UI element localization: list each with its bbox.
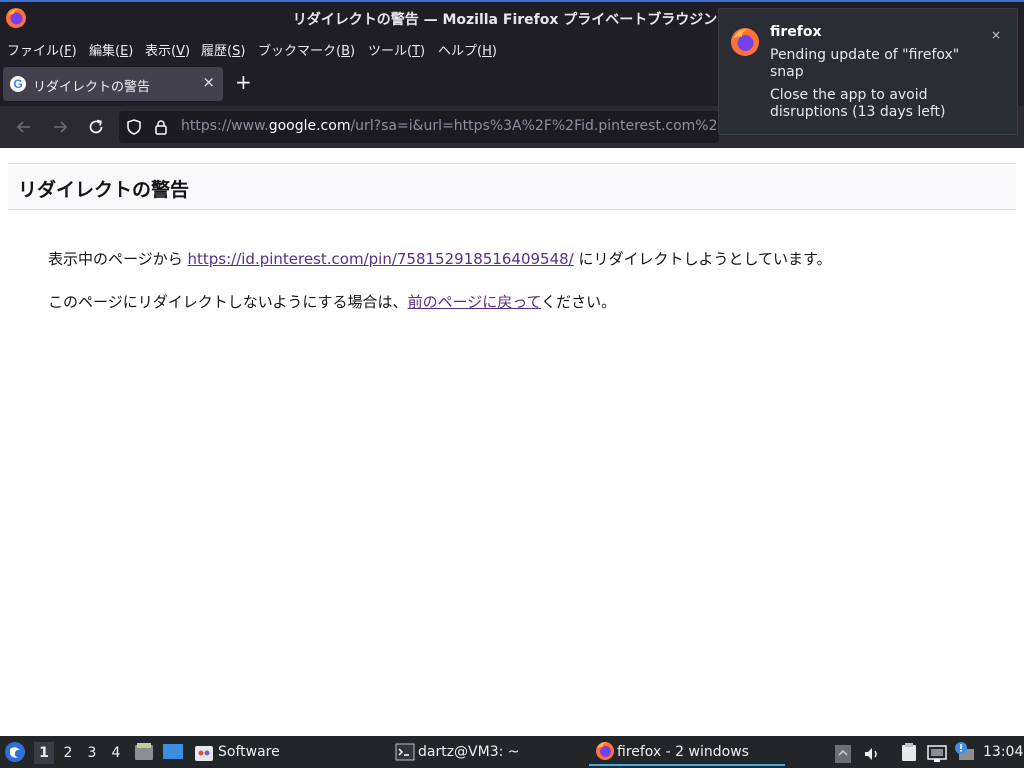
menu-file-label: ファイル(	[7, 44, 65, 59]
firefox-task-label: firefox - 2 windows	[617, 744, 749, 760]
menu-help-accel: H	[482, 44, 492, 59]
workspace-1[interactable]: 1	[34, 742, 54, 764]
tab-title: リダイレクトの警告	[33, 80, 151, 95]
update-notifier-icon[interactable]	[953, 741, 975, 761]
terminal-icon[interactable]	[395, 742, 415, 762]
notification-detail: Close the app to avoid disruptions (13 d…	[770, 87, 946, 120]
tab-redirect-warning[interactable]: G リダイレクトの警告 ×	[3, 67, 223, 101]
menu-file[interactable]: ファイル(F)	[7, 40, 77, 59]
menu-tools-accel: T	[412, 44, 421, 59]
url-path: /url?sa=i&url=https%3A%2F%2Fid.pinterest…	[350, 118, 719, 134]
menu-bookmarks-accel: B	[341, 44, 350, 59]
page-title: リダイレクトの警告	[18, 179, 190, 201]
reload-icon[interactable]	[86, 117, 106, 137]
menu-edit[interactable]: 編集(E)	[89, 40, 133, 59]
desktop: リダイレクトの警告 — Mozilla Firefox プライベートブラウジング…	[0, 0, 1024, 768]
menu-history-tail: )	[240, 44, 246, 59]
lock-icon[interactable]	[153, 119, 169, 139]
url-bar[interactable]: https://www.google.com/url?sa=i&url=http…	[119, 111, 719, 143]
url-text: https://www.google.com/url?sa=i&url=http…	[181, 118, 719, 134]
menu-history-label: 履歴(	[201, 44, 233, 59]
go-back-message: このページにリダイレクトしないようにする場合は、前のページに戻ってください。	[48, 291, 616, 312]
menu-tools[interactable]: ツール(T)	[368, 40, 425, 59]
menu-bookmarks[interactable]: ブックマーク(B)	[258, 40, 355, 59]
firefox-app-icon	[730, 27, 760, 61]
menu-view-tail: )	[184, 44, 191, 59]
redirect-message-suffix: にリダイレクトしようとしています。	[573, 250, 832, 268]
file-manager-icon[interactable]	[134, 742, 154, 762]
menu-help-label: ヘルプ(	[438, 44, 483, 59]
menu-bookmarks-tail: )	[350, 44, 356, 59]
notification-close-icon[interactable]: ×	[987, 26, 1005, 44]
redirect-message: 表示中のページから https://id.pinterest.com/pin/7…	[48, 248, 832, 269]
menu-edit-tail: )	[128, 44, 134, 59]
workspace-2[interactable]: 2	[58, 742, 78, 764]
go-back-message-prefix: このページにリダイレクトしないようにする場合は、	[48, 293, 408, 311]
menu-tools-tail: )	[420, 44, 426, 59]
menu-bookmarks-label: ブックマーク(	[258, 44, 342, 59]
software-icon[interactable]	[194, 742, 214, 762]
notification-message: Pending update of "firefox" snap	[770, 47, 960, 80]
menu-help-tail: )	[491, 44, 497, 59]
redirect-message-prefix: 表示中のページから	[48, 250, 188, 268]
workspace-4[interactable]: 4	[106, 742, 126, 764]
page-content: リダイレクトの警告 表示中のページから https://id.pinterest…	[0, 148, 1024, 736]
firefox-task[interactable]: firefox - 2 windows	[589, 736, 785, 766]
workspace-3[interactable]: 3	[82, 742, 102, 764]
firefox-task-icon	[595, 741, 615, 761]
app-menu-icon[interactable]	[4, 741, 26, 763]
taskbar: 1 2 3 4 Software dartz@VM3: ~ firefox - …	[0, 736, 1024, 768]
new-tab-button[interactable]: +	[235, 72, 252, 92]
forward-arrow-icon[interactable]	[50, 117, 70, 137]
url-domain: google.com	[268, 118, 351, 134]
menu-history[interactable]: 履歴(S)	[201, 40, 245, 59]
menu-help[interactable]: ヘルプ(H)	[438, 40, 497, 59]
volume-icon[interactable]	[863, 743, 881, 761]
favicon-letter: G	[13, 77, 23, 91]
menu-view-label: 表示(	[145, 44, 177, 59]
menu-view[interactable]: 表示(V)	[145, 40, 190, 59]
clock[interactable]: 13:04	[983, 736, 1023, 768]
terminal-task-label[interactable]: dartz@VM3: ~	[418, 736, 520, 768]
url-prefix: https://www.	[181, 118, 269, 134]
notification-app-name: firefox	[770, 24, 822, 40]
update-notification[interactable]: firefox Pending update of "firefox" snap…	[718, 8, 1018, 135]
redirect-target-link[interactable]: https://id.pinterest.com/pin/75815291851…	[187, 250, 573, 268]
menu-file-tail: )	[71, 44, 77, 59]
tab-close-icon[interactable]: ×	[202, 73, 215, 91]
back-arrow-icon[interactable]	[14, 117, 34, 137]
menu-tools-label: ツール(	[368, 44, 413, 59]
go-back-message-suffix: ください。	[541, 293, 617, 311]
menu-file-accel: F	[64, 44, 72, 59]
clipboard-icon[interactable]	[900, 742, 918, 762]
menu-view-accel: V	[176, 44, 185, 59]
desktop-icon[interactable]	[162, 742, 184, 762]
scroll-indicator-icon[interactable]	[835, 743, 851, 763]
software-task-label[interactable]: Software	[218, 736, 280, 768]
menu-edit-label: 編集(	[89, 44, 121, 59]
network-icon[interactable]	[927, 743, 947, 762]
google-favicon-icon: G	[10, 76, 26, 92]
go-back-link[interactable]: 前のページに戻って	[408, 293, 542, 311]
tracking-shield-icon[interactable]	[126, 119, 142, 139]
page-header: リダイレクトの警告	[8, 163, 1016, 210]
